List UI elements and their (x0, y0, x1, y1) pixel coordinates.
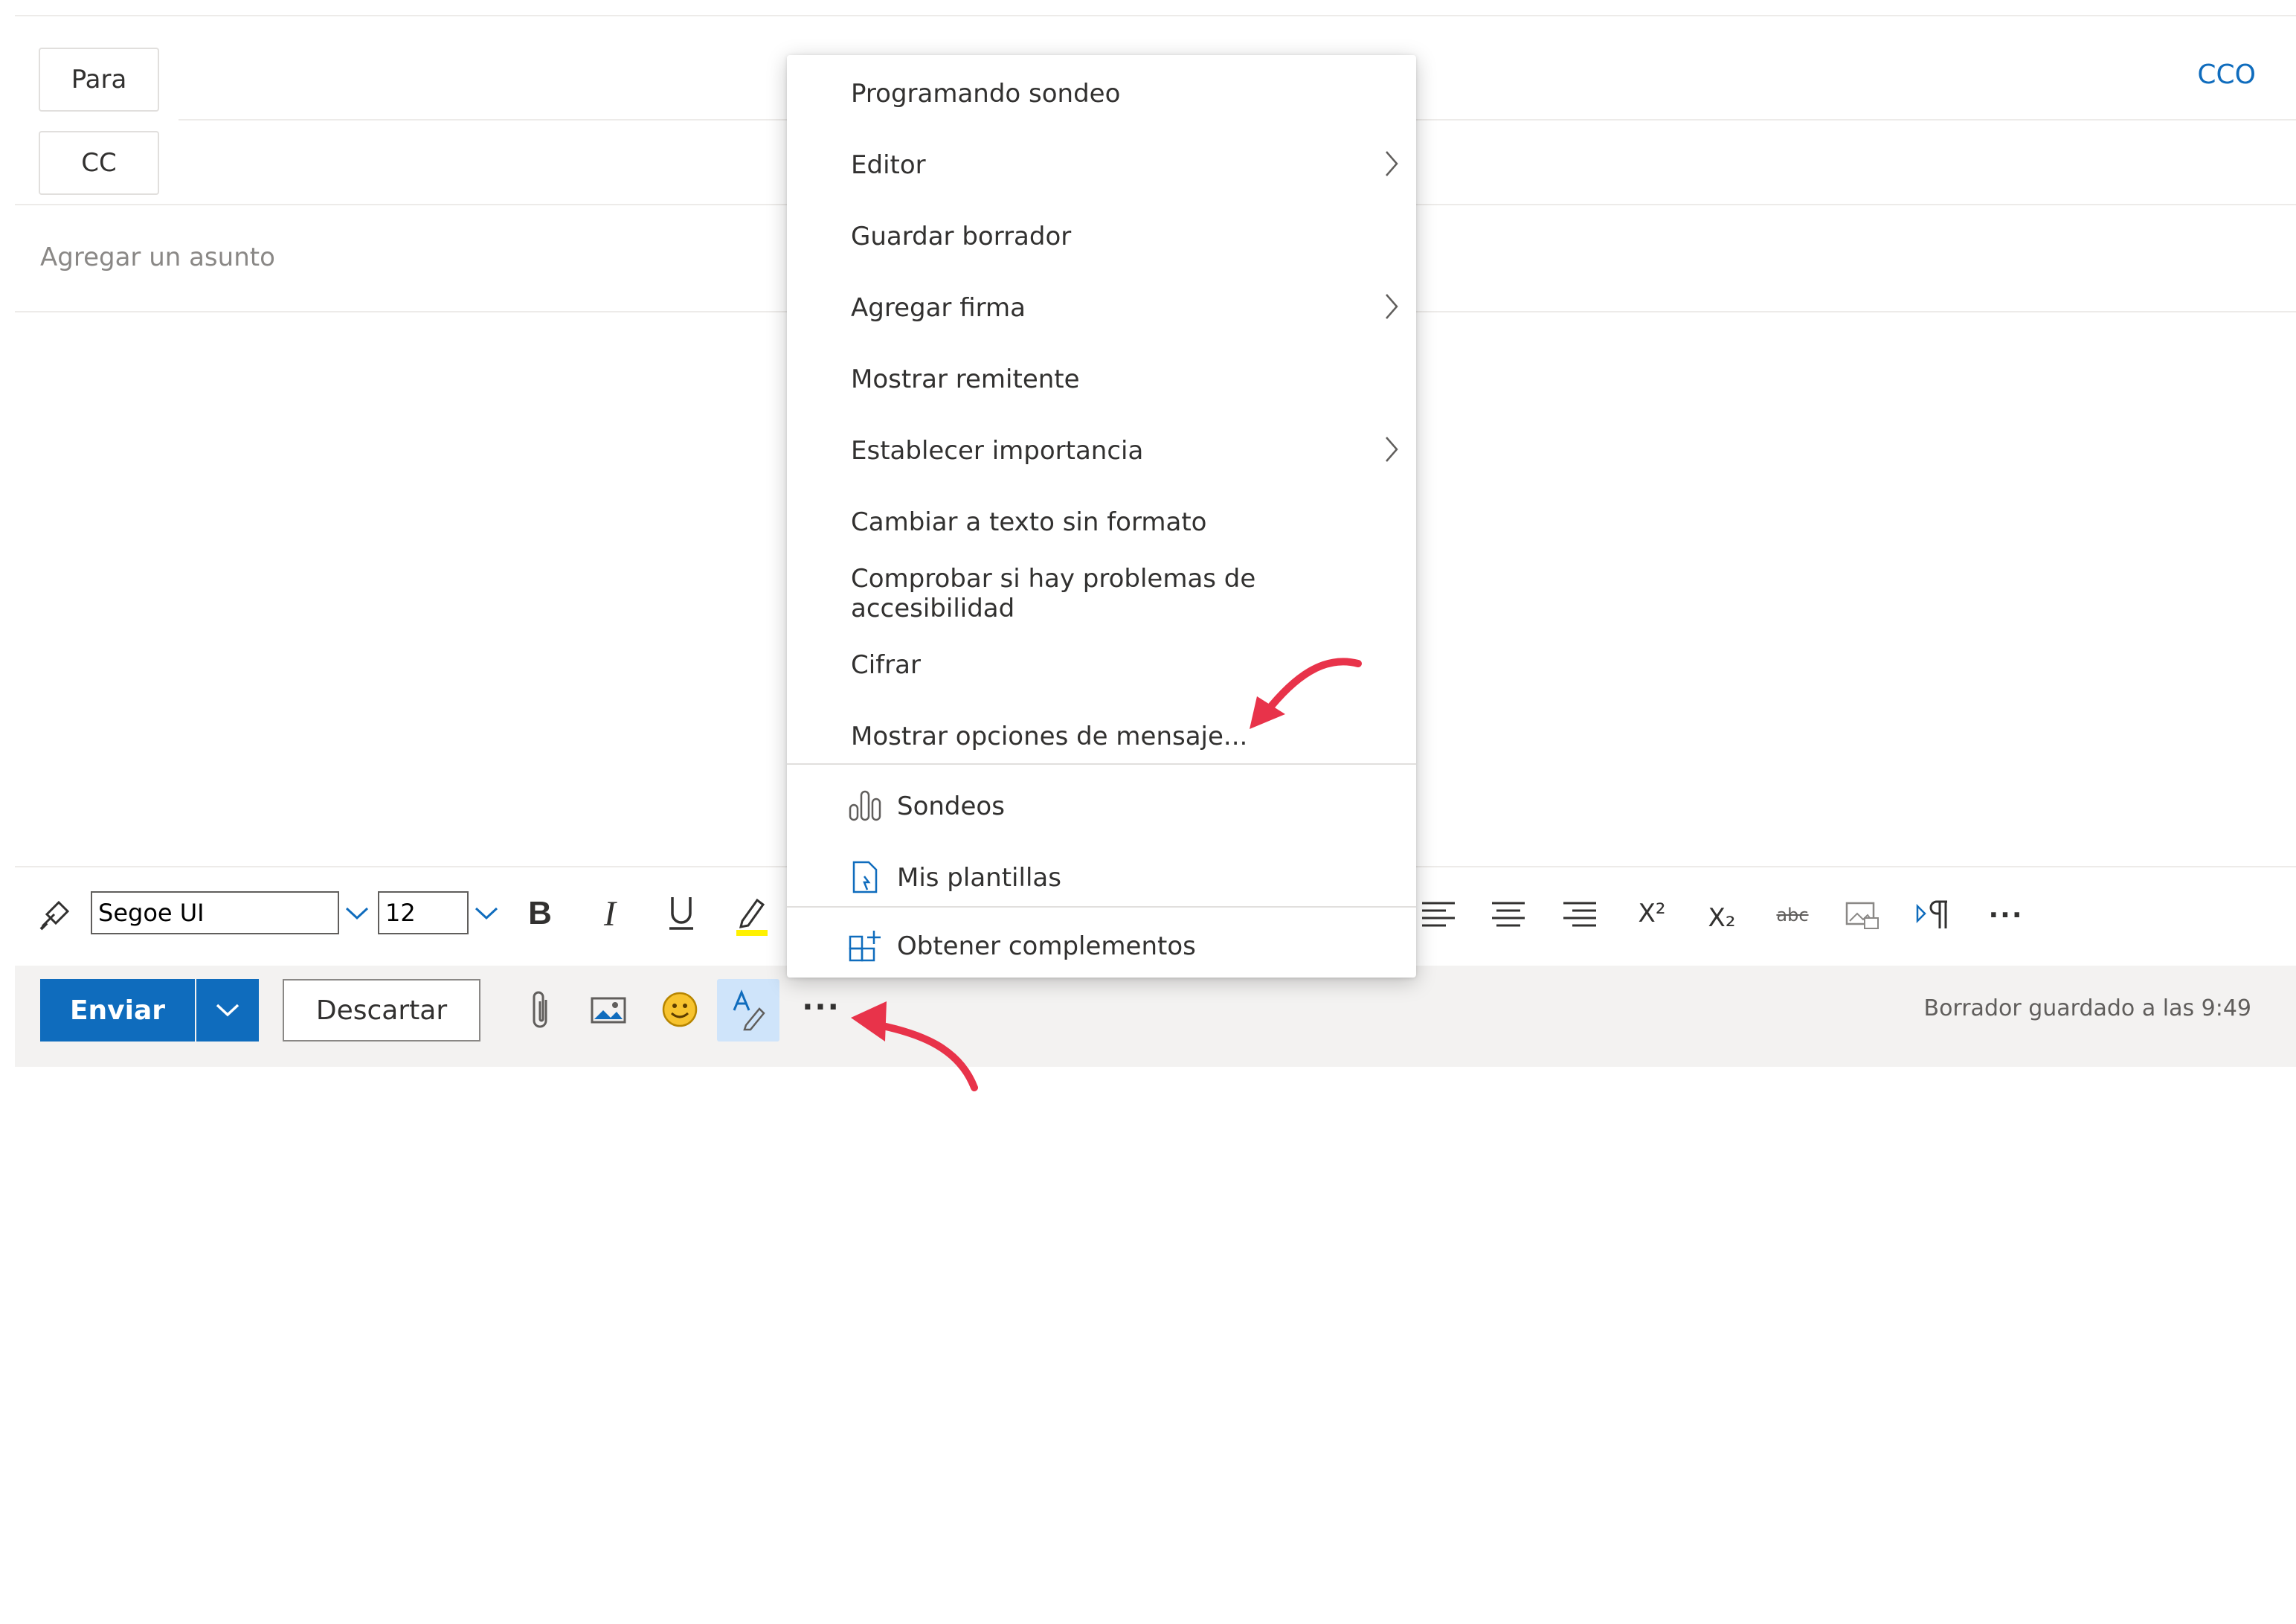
menu-separator (787, 763, 1416, 765)
menu-item-my-templates[interactable]: Mis plantillas (787, 842, 1416, 914)
menu-item-get-addins[interactable]: Obtener complementos (787, 911, 1416, 982)
menu-item-label: Mostrar remitente (851, 365, 1080, 394)
menu-item-label: Cifrar (851, 650, 921, 680)
more-options-menu: Programando sondeo Editor Guardar borrad… (787, 55, 1416, 978)
send-options-chevron-down-icon[interactable] (196, 979, 259, 1042)
send-button[interactable]: Enviar (40, 979, 195, 1042)
strikethrough-icon[interactable]: abc (1772, 896, 1813, 934)
menu-item-set-importance[interactable]: Establecer importancia (787, 415, 1416, 487)
more-formatting-icon[interactable]: ··· (1986, 896, 2026, 934)
superscript-icon[interactable]: X² (1633, 894, 1670, 933)
menu-item-label: Comprobar si hay problemas de accesibili… (851, 564, 1256, 623)
cc-button[interactable]: CC (39, 131, 159, 195)
menu-item-label: Agregar firma (851, 293, 1026, 323)
underline-icon[interactable] (662, 891, 701, 936)
subject-input[interactable]: Agregar un asunto (40, 243, 275, 272)
annotation-arrow-more-icon (851, 1001, 978, 1091)
insert-picture-inline-icon[interactable] (1843, 897, 1882, 933)
menu-item-label: Mis plantillas (897, 863, 1061, 893)
font-name-input[interactable]: Segoe UI (91, 891, 339, 934)
poll-icon (849, 790, 881, 821)
emoji-icon[interactable] (659, 988, 701, 1031)
top-divider (15, 15, 2296, 16)
menu-item-schedule-poll[interactable]: Programando sondeo (787, 58, 1416, 129)
menu-item-accessibility-check[interactable]: Comprobar si hay problemas de accesibili… (787, 558, 1416, 629)
menu-item-label: Establecer importancia (851, 436, 1144, 466)
draft-status: Borrador guardado a las 9:49 (1923, 995, 2251, 1021)
bold-icon[interactable]: B (521, 891, 559, 936)
menu-item-label: Programando sondeo (851, 79, 1121, 109)
highlight-icon[interactable] (733, 891, 772, 939)
font-name-chevron-down-icon[interactable] (341, 897, 373, 930)
italic-icon[interactable]: I (591, 891, 629, 936)
menu-item-label: Mostrar opciones de mensaje... (851, 722, 1248, 751)
chevron-right-icon (1386, 437, 1398, 462)
menu-separator (787, 906, 1416, 908)
menu-item-label: Guardar borrador (851, 222, 1072, 251)
menu-item-add-signature[interactable]: Agregar firma (787, 272, 1416, 344)
align-right-icon[interactable] (1560, 896, 1599, 934)
menu-item-editor[interactable]: Editor (787, 129, 1416, 201)
bcc-link[interactable]: CCO (2197, 60, 2256, 90)
format-painter-icon[interactable] (33, 893, 77, 937)
discard-button[interactable]: Descartar (283, 979, 480, 1042)
to-button[interactable]: Para (39, 48, 159, 112)
editor-icon[interactable] (717, 979, 779, 1042)
menu-item-polls[interactable]: Sondeos (787, 771, 1416, 842)
menu-item-plain-text[interactable]: Cambiar a texto sin formato (787, 487, 1416, 558)
chevron-right-icon (1386, 151, 1398, 176)
font-size-input[interactable]: 12 (378, 891, 469, 934)
menu-item-label: Cambiar a texto sin formato (851, 507, 1207, 537)
menu-item-label: Editor (851, 150, 926, 180)
menu-item-label: Sondeos (897, 792, 1005, 821)
more-options-icon[interactable]: ··· (797, 986, 845, 1028)
addins-grid-icon (849, 931, 881, 962)
annotation-arrow-menu-icon (1250, 658, 1362, 729)
template-icon (852, 861, 878, 893)
align-left-icon[interactable] (1419, 896, 1458, 934)
attach-icon[interactable] (522, 988, 559, 1033)
align-center-icon[interactable] (1489, 896, 1528, 934)
text-direction-icon[interactable] (1913, 896, 1953, 934)
menu-item-label: Obtener complementos (897, 931, 1196, 961)
font-size-chevron-down-icon[interactable] (470, 897, 503, 930)
insert-picture-icon[interactable] (588, 989, 629, 1031)
menu-item-show-from[interactable]: Mostrar remitente (787, 344, 1416, 415)
menu-item-save-draft[interactable]: Guardar borrador (787, 201, 1416, 272)
subscript-icon[interactable]: X₂ (1703, 899, 1740, 937)
chevron-right-icon (1386, 294, 1398, 319)
